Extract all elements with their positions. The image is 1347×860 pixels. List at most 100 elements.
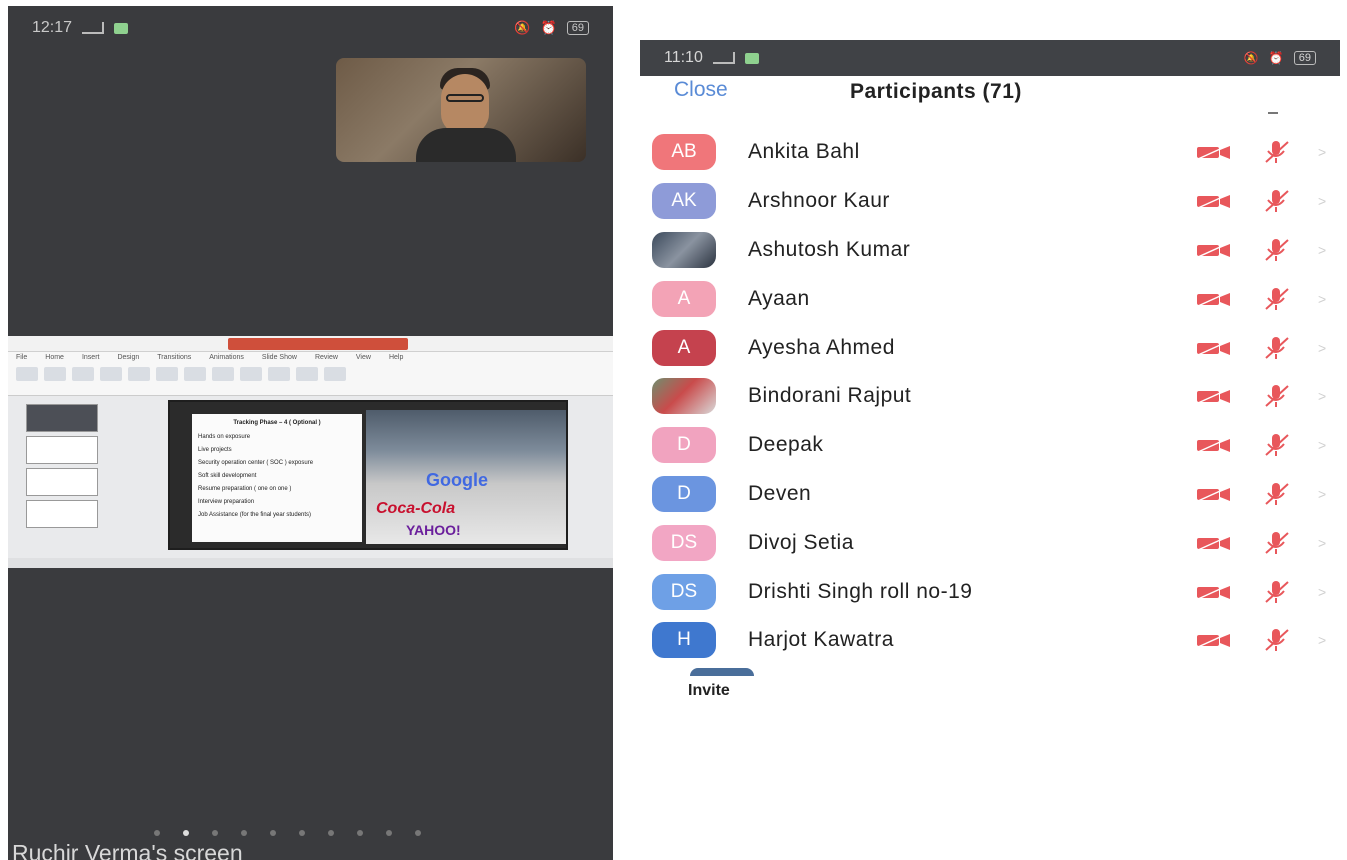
shared-screen-content[interactable]: File Home Insert Design Transitions Animation…: [8, 336, 613, 568]
signal-icon: [82, 22, 105, 34]
participant-row[interactable]: D Deven >: [640, 470, 1340, 519]
slide-bullet: Resume preparation ( one on one ): [198, 486, 292, 492]
participant-row[interactable]: A Ayaan >: [640, 274, 1340, 323]
participant-row[interactable]: DS Drishti Singh roll no-19 >: [640, 567, 1340, 616]
page-dot[interactable]: [386, 830, 392, 836]
chevron-right-icon[interactable]: >: [1318, 437, 1326, 453]
logo-text: YAHOO!: [406, 522, 461, 538]
mic-muted-icon: [1265, 336, 1289, 359]
participant-name: Ayaan: [748, 286, 810, 310]
chevron-right-icon[interactable]: >: [1318, 291, 1326, 307]
video-off-icon: [1197, 388, 1230, 405]
video-off-icon: [1197, 535, 1230, 551]
status-bar: 11:10 🔕 ⏰ 69: [640, 40, 1340, 76]
message-icon: [114, 22, 129, 34]
video-off-icon: [1197, 339, 1230, 356]
divider: [1268, 112, 1278, 114]
slide-bullet: Job Assistance (for the final year stude…: [198, 512, 312, 518]
page-dot[interactable]: [241, 830, 247, 836]
participant-name: Divoj Setia: [748, 530, 854, 554]
chevron-right-icon[interactable]: >: [1318, 242, 1326, 258]
participant-name: Ashutosh Kumar: [748, 237, 911, 261]
mic-muted-icon: [1265, 287, 1289, 310]
participant-row[interactable]: H Harjot Kawatra >: [640, 616, 1340, 665]
video-off-icon: [1197, 144, 1230, 161]
page-title: Participants (71): [850, 80, 1022, 103]
chevron-right-icon[interactable]: >: [1318, 144, 1326, 160]
slide-thumbnails: [14, 400, 100, 566]
page-dot[interactable]: [328, 830, 334, 836]
slide-bullet: Live projects: [198, 447, 232, 453]
participant-list: AB Ankita Bahl > AK Arshnoor Kaur > Ashutosh K…: [640, 128, 1340, 665]
chevron-right-icon[interactable]: >: [1318, 584, 1326, 600]
alarm-icon: ⏰: [1268, 51, 1284, 65]
slide-bullet: Security operation center ( SOC ) exposu…: [198, 460, 314, 466]
slide-text: Tracking Phase – 4 ( Optional ) Hands on…: [192, 414, 362, 542]
logo-text: Google: [426, 470, 488, 490]
video-off-icon: [1197, 583, 1230, 600]
participant-name: Drishti Singh roll no-19: [748, 579, 973, 603]
presentation-slide: Tracking Phase – 4 ( Optional ) Hands on…: [168, 400, 568, 550]
mute-icon: 🔕: [1243, 51, 1259, 65]
chevron-right-icon[interactable]: >: [1318, 193, 1326, 209]
participant-name: Ankita Bahl: [748, 140, 860, 164]
chevron-right-icon[interactable]: >: [1318, 388, 1326, 404]
app-title-bar: [8, 336, 613, 352]
avatar: H: [652, 622, 716, 659]
page-dot[interactable]: [154, 830, 160, 836]
mic-muted-icon: [1265, 482, 1289, 505]
battery-icon: 69: [1293, 51, 1316, 65]
chevron-right-icon[interactable]: >: [1318, 486, 1326, 502]
chevron-right-icon[interactable]: >: [1318, 340, 1326, 356]
participant-row[interactable]: A Ayesha Ahmed >: [640, 323, 1340, 372]
video-off-icon: [1197, 632, 1230, 649]
slide-bullet: Hands on exposure: [198, 434, 251, 440]
screenshot-root: 12:17 🔕 ⏰ 69 File Home Insert Design Transit…: [0, 0, 1347, 860]
mic-muted-icon: [1265, 531, 1289, 554]
mic-muted-icon: [1265, 385, 1289, 408]
invite-button[interactable]: Invite: [688, 682, 730, 700]
page-dot[interactable]: [212, 830, 218, 836]
participant-row[interactable]: Ashutosh Kumar >: [640, 226, 1340, 275]
mic-muted-icon: [1265, 190, 1289, 213]
message-icon: [744, 52, 759, 64]
slide-bullet: Soft skill development: [198, 473, 257, 479]
avatar: [652, 231, 716, 268]
participant-row[interactable]: AK Arshnoor Kaur >: [640, 177, 1340, 226]
status-time: 12:17: [32, 19, 73, 36]
participant-name: Deepak: [748, 433, 824, 457]
page-dot[interactable]: [183, 830, 189, 836]
close-button[interactable]: Close: [674, 78, 728, 102]
page-dot[interactable]: [415, 830, 421, 836]
mic-muted-icon: [1265, 238, 1289, 261]
participant-name: Bindorani Rajput: [748, 384, 912, 408]
participant-row[interactable]: D Deepak >: [640, 421, 1340, 470]
page-indicator[interactable]: [154, 830, 421, 836]
mic-muted-icon: [1265, 580, 1289, 603]
video-off-icon: [1197, 242, 1230, 258]
alarm-icon: ⏰: [540, 20, 557, 35]
mic-muted-icon: [1265, 434, 1289, 457]
app-ribbon: File Home Insert Design Transitions Animation…: [8, 352, 613, 396]
slide-title: Tracking Phase – 4 ( Optional ): [233, 420, 321, 426]
meeting-screen: 12:17 🔕 ⏰ 69 File Home Insert Design Transit…: [8, 6, 613, 860]
avatar: AB: [652, 134, 716, 171]
chevron-right-icon[interactable]: >: [1318, 632, 1326, 648]
participant-name: Deven: [748, 481, 812, 505]
page-dot[interactable]: [299, 830, 305, 836]
participant-row[interactable]: DS Divoj Setia >: [640, 518, 1340, 567]
avatar: DS: [652, 524, 716, 561]
signal-icon: [712, 52, 735, 64]
avatar: D: [652, 427, 716, 464]
chevron-right-icon[interactable]: >: [1318, 535, 1326, 551]
video-off-icon: [1197, 291, 1230, 307]
slide-bullet: Interview preparation: [198, 499, 255, 505]
participant-row[interactable]: Bindorani Rajput >: [640, 372, 1340, 421]
avatar: [690, 668, 754, 676]
avatar: A: [652, 280, 716, 317]
active-speaker-thumbnail[interactable]: [336, 58, 586, 162]
page-dot[interactable]: [357, 830, 363, 836]
participant-row[interactable]: AB Ankita Bahl >: [640, 128, 1340, 177]
page-dot[interactable]: [270, 830, 276, 836]
status-time: 11:10: [664, 49, 703, 66]
